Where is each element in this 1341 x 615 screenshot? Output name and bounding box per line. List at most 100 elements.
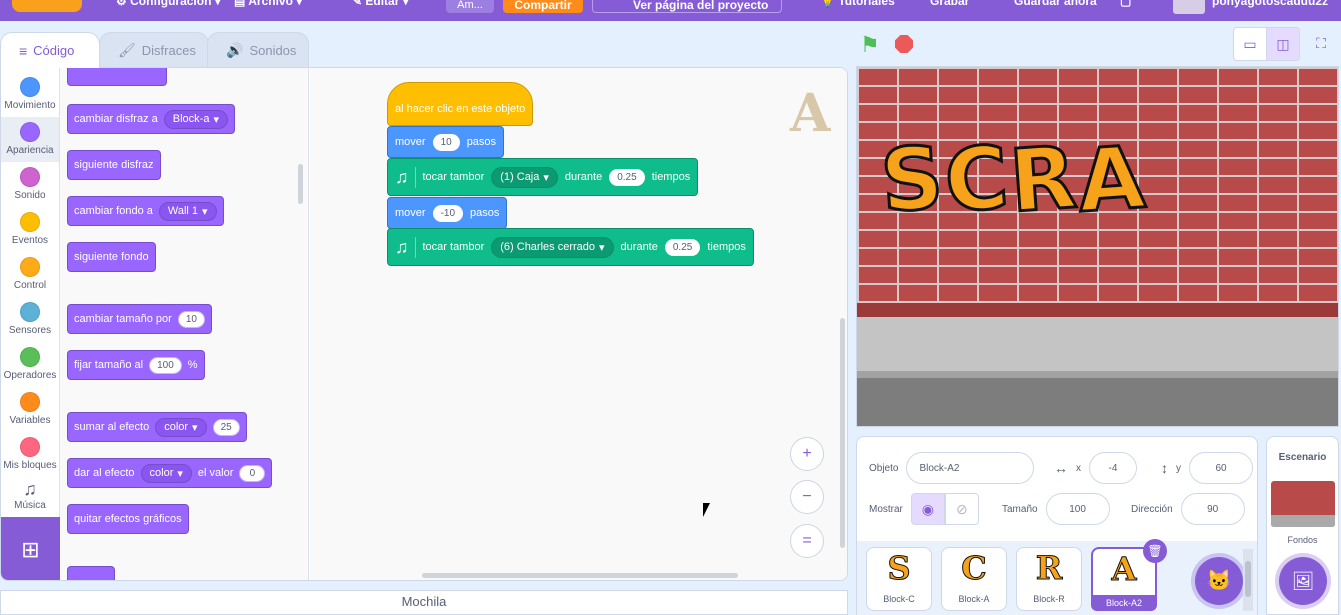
category-operators[interactable]: Operadores [1,342,59,387]
code-panel: Movimiento Apariencia Sonido Eventos Con… [0,67,848,581]
username[interactable]: ponyagotoscaduu2z [1212,0,1328,8]
backdrop-thumbnail[interactable] [1270,481,1335,527]
save-menu[interactable]: Grabar [930,0,969,8]
chevron-down-icon: ▾ [543,171,549,184]
hide-eye-icon[interactable]: ⊘ [944,493,979,525]
palette-block-change-size[interactable]: cambiar tamaño por 10 [67,304,212,334]
size-label: Tamaño [1002,503,1038,515]
file-menu[interactable]: ▤ Archivo ▾ [234,0,302,8]
drum-dropdown[interactable]: (6) Charles cerrado ▾ [491,236,614,258]
tab-code[interactable]: ≡ Código [0,32,100,68]
number-input[interactable]: 10 [177,310,205,328]
number-input[interactable]: 100 [149,356,182,374]
costume-dropdown[interactable]: Block-a ▾ [163,109,228,129]
effect-dropdown[interactable]: color ▾ [155,417,207,437]
drum-dropdown[interactable]: (1) Caja ▾ [491,166,558,188]
palette-block-switch-backdrop[interactable]: cambiar fondo a Wall 1 ▾ [67,196,224,226]
size-input[interactable]: 100 [1045,493,1110,525]
number-input[interactable]: -10 [432,204,464,222]
palette-block-partial[interactable] [67,68,167,86]
zoom-out-button[interactable]: − [790,480,824,514]
number-input[interactable]: 0 [239,464,266,482]
normal-stage-button[interactable]: ◫ [1266,27,1300,61]
edit-menu[interactable]: ✎ Editar ▾ [352,0,409,8]
script-block-move-1[interactable]: mover 10 pasos [387,126,505,158]
palette-block-partial[interactable] [67,566,115,580]
number-input[interactable]: 10 [432,133,460,151]
sprite-thumb-block-a[interactable]: C Block-A [941,547,1007,611]
palette-block-set-effect[interactable]: dar al efecto color ▾ el valor 0 [67,458,273,488]
number-input[interactable]: 0.25 [664,238,701,256]
stage-sprite-s[interactable]: S [876,126,948,233]
palette-block-change-effect[interactable]: sumar al efecto color ▾ 25 [67,412,247,442]
avatar[interactable] [1173,0,1205,14]
category-looks[interactable]: Apariencia [1,117,59,162]
category-sound[interactable]: Sonido [1,162,59,207]
number-input[interactable]: 0.25 [609,168,645,186]
category-music[interactable]: ♫ Música [1,477,59,522]
category-sensing[interactable]: Sensores [1,297,59,342]
category-events[interactable]: Eventos [1,207,59,252]
stage-sprite-a[interactable]: A [1073,126,1149,233]
direction-input[interactable]: 90 [1180,493,1245,525]
tab-sounds[interactable]: 🔊 Sonidos [207,32,309,68]
y-input[interactable]: 60 [1189,452,1253,484]
fullscreen-button[interactable]: ⛶ [1304,27,1338,61]
project-page-button[interactable]: Ver página del proyecto [592,0,782,13]
category-motion[interactable]: Movimiento [1,72,59,117]
stage-sprite-c[interactable]: C [940,126,1013,233]
zoom-reset-button[interactable]: = [790,524,824,558]
script-horizontal-scrollbar[interactable] [422,573,738,578]
script-vertical-scrollbar[interactable] [840,318,845,548]
sprite-thumb-block-c[interactable]: S Block-C [866,547,932,611]
script-block-play-drum-2[interactable]: ♫ tocar tambor (6) Charles cerrado ▾ durante… [387,228,754,266]
stop-icon[interactable] [895,35,913,53]
stage-sprite-r[interactable]: R [1005,126,1081,233]
zoom-in-icon: + [802,445,812,462]
scrollbar-thumb[interactable] [1245,561,1251,597]
add-sprite-button[interactable]: 🐱 [1195,557,1243,605]
project-title-field[interactable]: Am... [446,0,494,13]
save-now-button[interactable]: Guardar ahora [1014,0,1097,8]
sprite-name-input[interactable]: Block-A2 [906,452,1035,484]
category-my-blocks[interactable]: Mis bloques [1,432,59,477]
tab-costumes[interactable]: 🖌 Disfraces [99,32,209,68]
script-block-play-drum-1[interactable]: ♫ tocar tambor (1) Caja ▾ durante 0.25 tiempos [387,158,699,196]
category-label: Música [14,500,46,511]
scratch-logo[interactable]: Scratch [12,0,82,12]
small-stage-button[interactable]: ▭ [1233,27,1267,61]
settings-menu[interactable]: ⚙ Configuración ▾ [116,0,221,8]
block-text: dar al efecto [74,467,135,479]
effect-dropdown[interactable]: color ▾ [140,463,192,483]
sprite-list-scrollbar[interactable] [1243,549,1253,611]
green-flag-icon[interactable]: ⚑ [860,32,880,58]
palette-block-clear-effects[interactable]: quitar efectos gráficos [67,504,189,534]
show-eye-icon[interactable]: ◉ [910,493,945,525]
script-block-move-2[interactable]: mover -10 pasos [387,197,508,229]
number-input[interactable]: 25 [212,418,240,436]
sprite-thumb-block-r[interactable]: R Block-R [1016,547,1082,611]
backpack[interactable]: Mochila [0,590,848,615]
category-control[interactable]: Control [1,252,59,297]
sprite-thumb-block-a2[interactable]: A Block-A2 🗑 [1091,539,1167,611]
palette-block-switch-costume[interactable]: cambiar disfraz a Block-a ▾ [67,104,235,134]
palette-scrollbar[interactable] [298,164,303,204]
my-stuff-icon[interactable]: ▢ [1120,0,1131,8]
script-block-when-clicked[interactable]: al hacer clic en este objeto [387,82,534,126]
stage[interactable]: S C R A [856,66,1339,427]
sprite-thumb-name: Block-A2 [1091,595,1157,611]
script-area[interactable]: A al hacer clic en este objeto mover 10 pa… [310,68,847,580]
backdrop-dropdown[interactable]: Wall 1 ▾ [158,201,217,221]
palette-block-next-costume[interactable]: siguiente disfraz [67,150,161,180]
x-input[interactable]: -4 [1089,452,1137,484]
tutorials-menu[interactable]: 💡 Tutoriales [820,0,895,8]
add-extension-button[interactable]: ⊞ [1,517,60,580]
add-backdrop-button[interactable]: 🖼 [1279,557,1327,605]
category-variables[interactable]: Variables [1,387,59,432]
palette-block-set-size[interactable]: fijar tamaño al 100% [67,350,205,380]
delete-sprite-icon[interactable]: 🗑 [1143,539,1167,563]
palette-block-next-backdrop[interactable]: siguiente fondo [67,242,156,272]
share-button[interactable]: Compartir [503,0,583,13]
backdrop-panel[interactable]: Escenario Fondos 🖼 [1266,436,1339,615]
zoom-in-button[interactable]: + [790,437,824,471]
